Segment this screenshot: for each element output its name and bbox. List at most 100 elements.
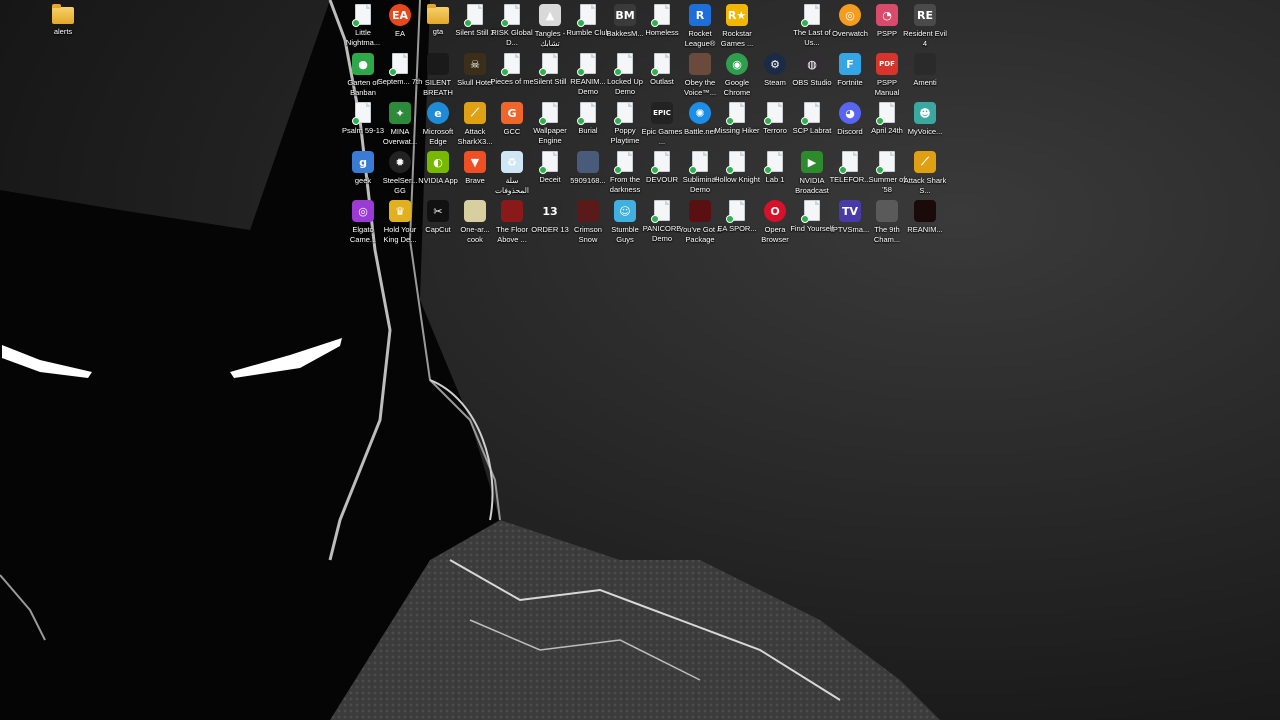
desktop-icon-hold-your-king[interactable]: ♛ Hold Your King De... (380, 200, 420, 250)
garten-icon: ● (352, 53, 374, 75)
desktop-icon-missing-hiker[interactable]: Missing Hiker (714, 102, 760, 152)
capcut-icon: ✂ (427, 200, 449, 222)
desktop-icon-google-chrome[interactable]: ◉ Google Chrome (717, 53, 757, 103)
elgato-icon: ◎ (352, 200, 374, 222)
document-icon (651, 151, 670, 174)
desktop-icon-label: Rockstar Games ... (720, 29, 754, 48)
attack-shark-icon: ⟋ (464, 102, 486, 124)
desktop-icon-alerts[interactable]: alerts (43, 4, 83, 54)
desktop-icon-september-7th[interactable]: Septem... 7th (378, 53, 422, 103)
document-icon (501, 53, 520, 76)
pdf-icon: PDF (876, 53, 898, 75)
desktop-icon-resident-evil-4[interactable]: RE Resident Evil 4 (903, 4, 947, 54)
crimson-snow-icon (577, 200, 599, 222)
desktop-icon-amenti[interactable]: Amenti (905, 53, 945, 103)
desktop-icon-panicore-demo[interactable]: PANICORE Demo (642, 200, 682, 250)
desktop-icon-silent-still[interactable]: Silent Still (530, 53, 570, 103)
desktop-icon-recycle-bin[interactable]: ♻ سلة المحذوفات (492, 151, 532, 201)
amenti-icon (914, 53, 936, 75)
document-icon (651, 4, 670, 27)
overwatch-icon: ◎ (839, 4, 861, 26)
ea-logo-icon: EA (389, 4, 411, 26)
desktop-icon-april-24th[interactable]: April 24th (867, 102, 907, 152)
desktop-icon-tangles[interactable]: ▲ Tangles - تشابك (530, 4, 570, 54)
desktop-icon-mina-overwatch[interactable]: ✦ MINA Overwat... (380, 102, 420, 152)
desktop-icon-myvoice[interactable]: ☻ MyVoice... (905, 102, 945, 152)
reanimal-icon (914, 200, 936, 222)
stumble-guys-icon: ☺ (614, 200, 636, 222)
document-icon (464, 4, 483, 27)
desktop-icon-label: MyVoice... (907, 127, 943, 136)
document-icon (352, 4, 371, 27)
nvidia-broadcast-icon: ▶ (801, 151, 823, 173)
desktop-icon-epic-games[interactable]: EPIC Epic Games ... (642, 102, 682, 152)
skull-hotel-icon: ☠ (464, 53, 486, 75)
document-icon (614, 102, 633, 125)
desktop-icon-pieces-of-me[interactable]: Pieces of me (490, 53, 534, 103)
desktop-icon-the-floor-above[interactable]: The Floor Above ... (492, 200, 532, 250)
desktop-icon-risk-global[interactable]: RISK Global D... (491, 4, 533, 54)
desktop-icon-ea-sports[interactable]: EA SPOR... (717, 200, 757, 250)
desktop-icon-label: Resident Evil 4 (903, 29, 947, 48)
desktop-icon-ea[interactable]: EA EA (380, 4, 420, 54)
desktop-icon-obs-studio[interactable]: ◍ OBS Studio (792, 53, 832, 103)
desktop-icon-label: alerts (53, 27, 73, 36)
document-icon (539, 53, 558, 76)
desktop-icon-pspp[interactable]: ◔ PSPP (867, 4, 907, 54)
tangles-icon: ▲ (539, 4, 561, 26)
folder-icon (427, 4, 449, 24)
document-icon (539, 102, 558, 125)
desktop-icon-the-last-of-us[interactable]: The Last of Us... (792, 4, 832, 54)
desktop-icon-deceit[interactable]: Deceit (530, 151, 570, 201)
desktop-icon-scp-labrat[interactable]: SCP Labrat (792, 102, 832, 152)
desktop-icon-gcc[interactable]: G GCC (492, 102, 532, 152)
obey-voice-icon (689, 53, 711, 75)
desktop-icon-find-yourself[interactable]: Find Yourself (790, 200, 834, 250)
document-icon (876, 151, 895, 174)
desktop-icon-hollow-knight[interactable]: Hollow Knight (714, 151, 760, 201)
bakkesmod-icon: BM (614, 4, 636, 26)
chrome-icon: ◉ (726, 53, 748, 75)
gcc-icon: G (501, 102, 523, 124)
desktop-icon-rockstar-games[interactable]: R★ Rockstar Games ... (717, 4, 757, 54)
desktop-icon-nvidia-broadcast[interactable]: ▶ NVIDIA Broadcast (792, 151, 832, 201)
desktop-icon-label: REANIM... (907, 225, 943, 234)
document-icon (577, 4, 596, 27)
desktop-icon-homeless[interactable]: Homeless (642, 4, 682, 54)
document-icon (764, 102, 783, 125)
desktop-icon-the-9th-chamber[interactable]: The 9th Cham... (867, 200, 907, 250)
desktop-icon-reanimal[interactable]: REANIM... (905, 200, 945, 250)
document-icon (876, 102, 895, 125)
myvoice-icon: ☻ (914, 102, 936, 124)
document-icon (577, 53, 596, 76)
desktop-icon-steelseries-gg[interactable]: ✹ SteelSer... GG (380, 151, 420, 201)
desktop-icon-devour[interactable]: DEVOUR (642, 151, 682, 201)
document-icon (726, 200, 745, 223)
anime-avatar-icon (577, 151, 599, 173)
document-icon (726, 151, 745, 174)
ninth-chamber-icon (876, 200, 898, 222)
desktop-icon-attack-shark-s[interactable]: ⟋ Attack Shark S... (904, 151, 946, 201)
document-icon (614, 53, 633, 76)
folder-icon (52, 4, 74, 24)
floor-above-icon (501, 200, 523, 222)
document-icon (501, 4, 520, 27)
attack-shark-icon: ⟋ (914, 151, 936, 173)
battlenet-icon: ✺ (689, 102, 711, 124)
desktop-icon-pspp-manual[interactable]: PDF PSPP Manual (867, 53, 907, 103)
discord-icon: ◕ (839, 102, 861, 124)
document-icon (389, 53, 408, 76)
desktop-icon-outlast[interactable]: Outlast (642, 53, 682, 103)
desktop-icon-summer-of-58[interactable]: Summer of '58 (867, 151, 907, 201)
recycle-bin-icon: ♻ (501, 151, 523, 173)
desktop-icon-order-13[interactable]: 13 ORDER 13 (530, 200, 570, 250)
order-13-icon: 13 (539, 200, 561, 222)
desktop-icon-wallpaper-engine[interactable]: Wallpaper Engine (530, 102, 570, 152)
pspp-icon: ◔ (876, 4, 898, 26)
document-icon (801, 200, 820, 223)
document-icon (539, 151, 558, 174)
obs-icon: ◍ (801, 53, 823, 75)
document-icon (614, 151, 633, 174)
resident-evil-icon: RE (914, 4, 936, 26)
document-icon (689, 151, 708, 174)
